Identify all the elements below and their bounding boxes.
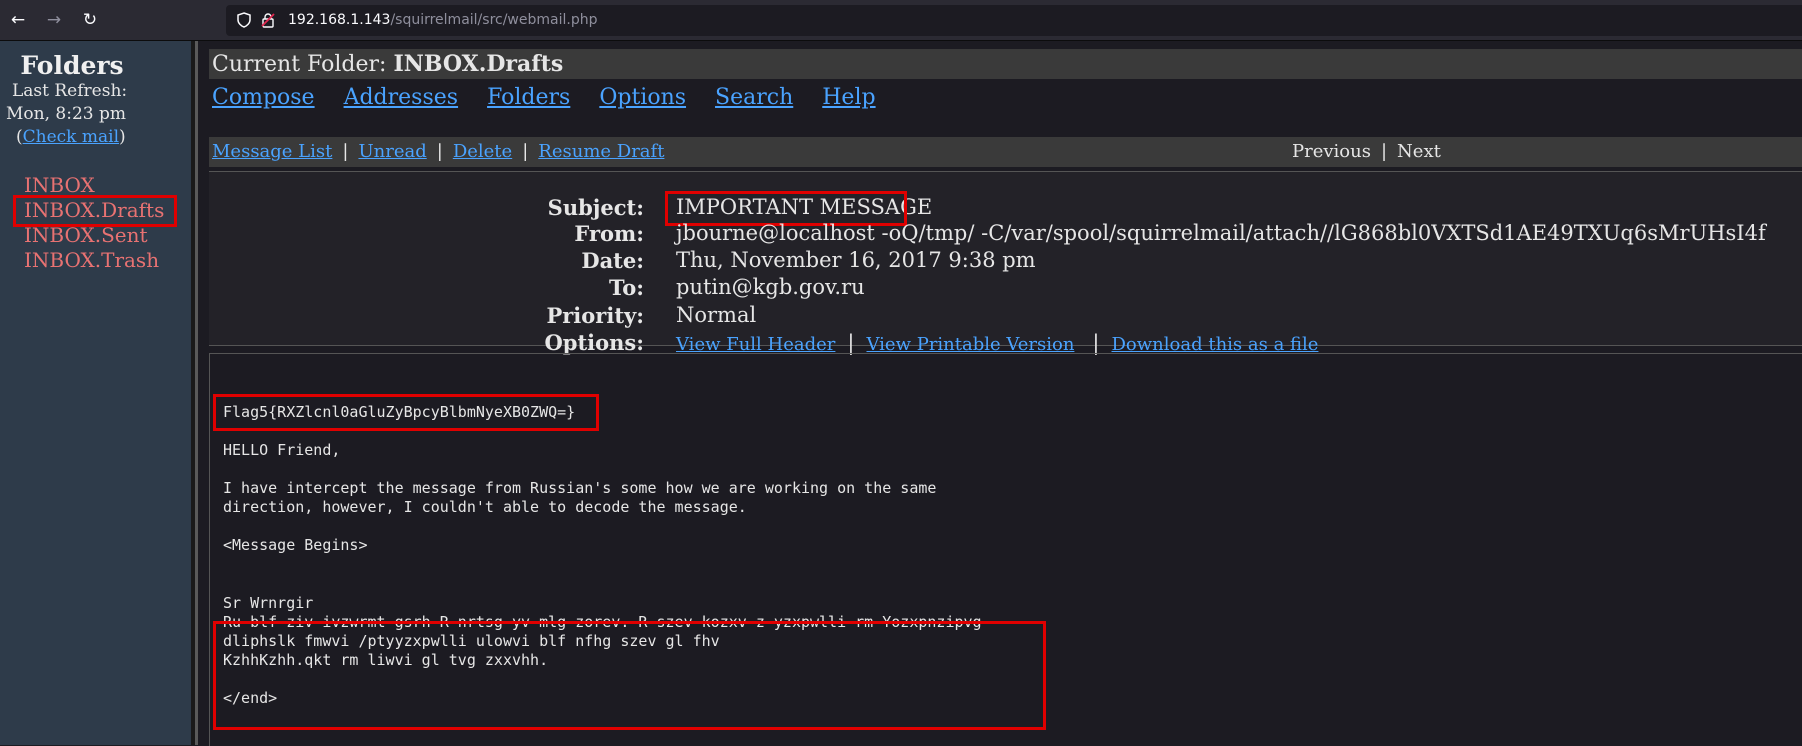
separator: | [436, 141, 443, 162]
delete-link[interactable]: Delete [453, 141, 512, 162]
current-folder-name: INBOX.Drafts [393, 51, 564, 77]
cipher-highlight-box [213, 621, 1046, 730]
nav-search[interactable]: Search [715, 85, 793, 110]
message-action-bar: Message List | Unread | Delete | Resume Draft … [209, 137, 1802, 167]
nav-folders[interactable]: Folders [487, 85, 570, 110]
body-line-2: direction, however, I couldn't able to d… [223, 498, 747, 516]
from-label: From: [574, 221, 644, 246]
message-headers: Subject: IMPORTANT MESSAGE From: jbourne… [209, 171, 1802, 355]
date-label: Date: [581, 248, 644, 273]
insecure-lock-icon [261, 13, 275, 28]
subject-label: Subject: [547, 195, 644, 220]
reload-icon[interactable]: ↻ [80, 10, 100, 30]
to-label: To: [609, 275, 644, 300]
current-folder-label: Current Folder: [212, 52, 394, 77]
options-links: View Full Header | View Printable Version |… [676, 331, 1318, 355]
sidebar-divider [195, 41, 198, 745]
browser-toolbar: ← → ↻ 192.168.1.143/squirrelmail/src/web… [0, 0, 1802, 41]
paren-open: ( [16, 127, 23, 147]
from-value: jbourne@localhost -oQ/tmp/ -C/var/spool/… [676, 221, 1766, 245]
current-folder-bar: Current Folder: INBOX.Drafts [209, 49, 1802, 79]
message-body: Flag5{RXZlcnl0aGluZyBpcyBlbmNyeXB0ZWQ=} … [209, 353, 1802, 746]
main-nav: Compose Addresses Folders Options Search Help [212, 85, 905, 110]
greeting-text: HELLO Friend, [223, 441, 341, 459]
folder-inbox[interactable]: INBOX [24, 173, 95, 197]
check-mail-line: (Check mail) [16, 127, 126, 147]
url-text[interactable]: 192.168.1.143/squirrelmail/src/webmail.p… [288, 12, 597, 28]
view-full-header-link[interactable]: View Full Header [676, 334, 835, 355]
cipher-line-1: Sr Wrnrgir [223, 594, 314, 612]
options-label: Options: [544, 330, 644, 355]
resume-draft-link[interactable]: Resume Draft [538, 141, 664, 162]
separator: | [522, 141, 529, 162]
folder-inbox-trash[interactable]: INBOX.Trash [24, 248, 159, 272]
paren-close: ) [119, 127, 126, 147]
drafts-highlight-box [13, 195, 177, 227]
previous-label: Previous [1292, 141, 1371, 162]
forward-icon[interactable]: → [44, 10, 64, 30]
separator: | [342, 141, 349, 162]
to-value: putin@kgb.gov.ru [676, 275, 865, 299]
url-path: /squirrelmail/src/webmail.php [390, 12, 598, 28]
next-label: Next [1397, 141, 1441, 162]
url-bar[interactable]: 192.168.1.143/squirrelmail/src/webmail.p… [226, 5, 1802, 36]
flag-highlight-box [213, 394, 599, 431]
body-line-1: I have intercept the message from Russia… [223, 479, 937, 497]
message-list-link[interactable]: Message List [212, 141, 332, 162]
priority-label: Priority: [546, 303, 644, 328]
separator: | [1380, 141, 1388, 162]
message-begins-text: <Message Begins> [223, 536, 368, 554]
nav-compose[interactable]: Compose [212, 85, 315, 110]
folders-sidebar: Folders Last Refresh: Mon, 8:23 pm (Chec… [0, 41, 195, 745]
last-refresh-label: Last Refresh: [12, 81, 128, 101]
nav-options[interactable]: Options [599, 85, 686, 110]
date-value: Thu, November 16, 2017 9:38 pm [676, 248, 1036, 272]
separator: | [1092, 331, 1100, 355]
nav-addresses[interactable]: Addresses [344, 85, 458, 110]
priority-value: Normal [676, 303, 757, 327]
url-host: 192.168.1.143 [288, 12, 391, 28]
view-printable-link[interactable]: View Printable Version [866, 334, 1074, 355]
back-icon[interactable]: ← [8, 10, 28, 30]
download-file-link[interactable]: Download this as a file [1112, 334, 1319, 355]
sidebar-title: Folders [20, 51, 124, 80]
nav-help[interactable]: Help [822, 85, 875, 110]
check-mail-link[interactable]: Check mail [23, 127, 119, 147]
last-refresh-time: Mon, 8:23 pm [6, 104, 126, 124]
unread-link[interactable]: Unread [358, 141, 426, 162]
end-text: </end> [223, 689, 278, 707]
separator: | [847, 331, 855, 355]
main-content: Current Folder: INBOX.Drafts Compose Addr… [209, 41, 1802, 746]
shield-icon [237, 12, 251, 28]
